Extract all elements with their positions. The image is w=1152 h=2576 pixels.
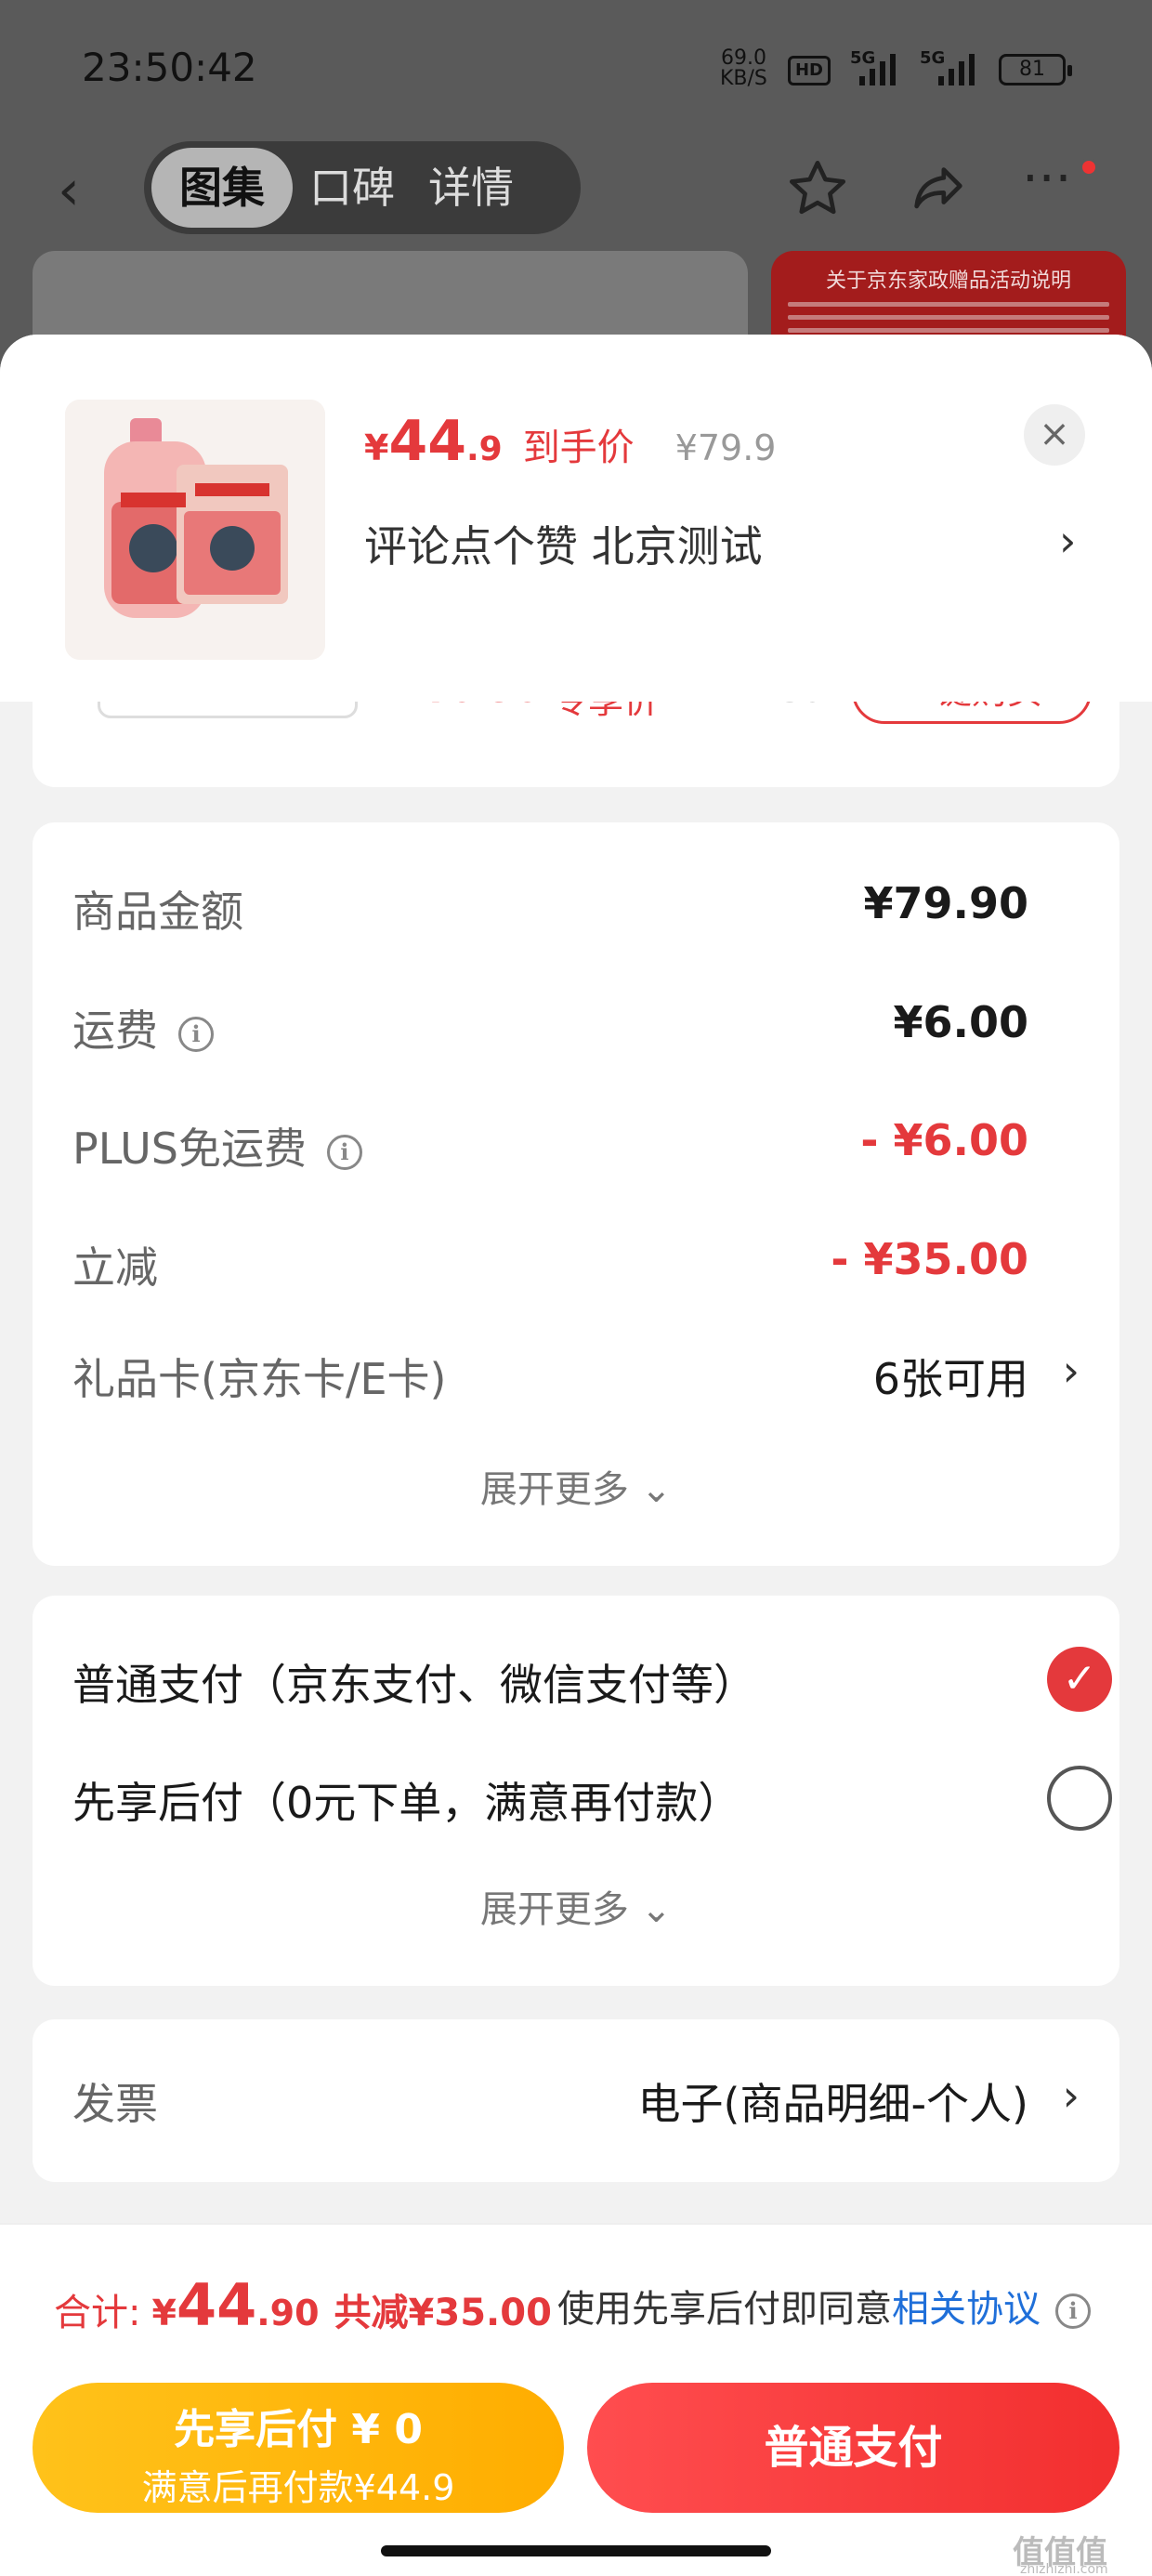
original-price: ¥79.9 <box>674 427 777 468</box>
price-integer: 44 <box>388 409 466 474</box>
summary-row-gift-card[interactable]: 礼品卡(京东卡/E卡) 6张可用 › <box>72 1346 1080 1411</box>
agreement-link[interactable]: 相关协议 <box>892 2288 1041 2331</box>
addon-buy-button[interactable]: 一键购买 <box>852 702 1092 724</box>
share-icon[interactable] <box>906 156 971 234</box>
addon-row: ¥6.90 专享价 ¥12.30 一键购买 <box>33 702 1119 743</box>
back-arrow-icon[interactable]: ‹ <box>58 158 80 223</box>
agreement-text: 使用先享后付即同意相关协议 i <box>557 2279 1091 2333</box>
tab-details[interactable]: 详情 <box>412 148 530 228</box>
radio-unchecked-icon[interactable] <box>1047 1766 1112 1831</box>
tab-reviews[interactable]: 口碑 <box>293 148 412 228</box>
expand-more-button[interactable]: 展开更多 ⌄ <box>33 1879 1119 1933</box>
favorite-star-icon[interactable] <box>785 156 850 234</box>
notification-dot <box>1080 158 1098 177</box>
summary-label: 礼品卡(京东卡/E卡) <box>72 1354 447 1404</box>
chevron-right-icon: › <box>1062 2070 1080 2121</box>
chevron-right-icon: › <box>1062 1346 1080 1396</box>
summary-row-shipping: 运费 i ¥6.00 <box>72 997 1080 1062</box>
summary-value: ¥6.00 <box>893 997 1028 1047</box>
pay-later-button[interactable]: 先享后付 ¥ 0 满意后再付款¥44.9 <box>33 2383 564 2513</box>
summary-label: 立减 <box>72 1242 158 1293</box>
addon-price: ¥6.90 <box>423 702 541 711</box>
summary-value: 6张可用 <box>872 1354 1028 1404</box>
product-thumbnail <box>65 400 325 660</box>
addon-original-price: ¥12.30 <box>706 702 823 710</box>
total-saved: 共减¥35.00 <box>334 2292 552 2334</box>
top-nav: ‹ 图集 口碑 详情 ··· <box>0 130 1152 242</box>
pay-later-title: 先享后付 ¥ 0 <box>174 2406 423 2453</box>
invoice-value: 电子(商品明细-个人) <box>637 2079 1029 2129</box>
summary-value: ¥79.90 <box>863 878 1028 928</box>
net-speed: 69.0 KB/S <box>720 48 767 89</box>
signal-bars-1-icon <box>859 54 896 85</box>
home-indicator[interactable] <box>381 2545 771 2556</box>
checkout-footer: 合计: ¥ 44 .90 共减¥35.00 使用先享后付即同意相关协议 i 先享后… <box>0 2223 1152 2576</box>
tab-bar: 图集 口碑 详情 <box>144 141 581 234</box>
addon-thumbnail <box>98 702 358 718</box>
total-decimal: .90 <box>256 2293 320 2333</box>
normal-pay-button[interactable]: 普通支付 <box>587 2383 1119 2513</box>
price-summary-card: 商品金额 ¥79.90 运费 i ¥6.00 PLUS免运费 i - ¥6.00 立… <box>33 822 1119 1566</box>
summary-label: 运费 i <box>72 997 214 1058</box>
net-speed-value: 69.0 <box>720 46 766 70</box>
summary-row-goods: 商品金额 ¥79.90 <box>72 878 1080 943</box>
summary-label: PLUS免运费 i <box>72 1115 362 1176</box>
summary-value: - ¥35.00 <box>831 1234 1028 1284</box>
close-button[interactable]: × <box>1024 404 1085 466</box>
status-bar: 23:50:42 69.0 KB/S HD 5G 5G 81 <box>0 0 1152 139</box>
checkmark-icon[interactable]: ✓ <box>1047 1647 1112 1712</box>
more-dots-icon[interactable]: ··· <box>1022 149 1071 209</box>
total-symbol: ¥ <box>151 2293 177 2333</box>
product-price: ¥ 44 .9 到手价 ¥79.9 <box>364 409 776 474</box>
addon-card: ¥6.90 专享价 ¥12.30 一键购买 <box>33 702 1119 787</box>
info-icon[interactable]: i <box>326 1134 362 1170</box>
battery-icon: 81 <box>999 54 1072 85</box>
info-icon[interactable]: i <box>1055 2293 1091 2329</box>
payment-option-normal[interactable]: 普通支付（京东支付、微信支付等） <box>72 1651 756 1713</box>
price-decimal: .9 <box>465 430 503 468</box>
shipping-label: 运费 <box>72 1005 158 1056</box>
total-integer: 44 <box>176 2271 257 2339</box>
net-speed-unit: KB/S <box>720 67 767 90</box>
addon-tag: 专享价 <box>553 702 659 723</box>
total-label: 合计: <box>54 2292 141 2334</box>
agreement-prefix: 使用先享后付即同意 <box>557 2288 892 2331</box>
invoice-label: 发票 <box>72 2079 158 2129</box>
promo-notice-text <box>788 302 1109 333</box>
summary-row-plus-shipping: PLUS免运费 i - ¥6.00 <box>72 1115 1080 1180</box>
hd-icon: HD <box>788 56 831 85</box>
price-tag: 到手价 <box>522 427 635 469</box>
summary-value: - ¥6.00 <box>860 1115 1028 1165</box>
chevron-right-icon[interactable]: › <box>1059 516 1076 566</box>
signal-bars-2-icon <box>938 54 975 85</box>
payment-option-pay-later[interactable]: 先享后付（0元下单，满意再付款） <box>72 1769 740 1831</box>
expand-more-button[interactable]: 展开更多 ⌄ <box>33 1459 1119 1513</box>
info-icon[interactable]: i <box>178 1016 214 1052</box>
summary-row-discount: 立减 - ¥35.00 <box>72 1234 1080 1299</box>
status-time: 23:50:42 <box>82 45 257 90</box>
payment-method-card: 普通支付（京东支付、微信支付等） ✓ 先享后付（0元下单，满意再付款） 展开更多… <box>33 1596 1119 1986</box>
total-price: 合计: ¥ 44 .90 共减¥35.00 <box>54 2271 552 2339</box>
promo-notice-title: 关于京东家政赠品活动说明 <box>825 269 1071 293</box>
product-spec[interactable]: 评论点个赞 北京测试 <box>364 513 763 574</box>
invoice-row[interactable]: 发票 电子(商品明细-个人) › <box>72 2070 1080 2136</box>
invoice-card[interactable]: 发票 电子(商品明细-个人) › <box>33 2019 1119 2182</box>
pay-later-subtitle: 满意后再付款¥44.9 <box>141 2467 455 2508</box>
plus-shipping-label: PLUS免运费 <box>72 1124 307 1174</box>
summary-label: 商品金额 <box>72 887 243 937</box>
tab-gallery[interactable]: 图集 <box>151 148 293 228</box>
watermark-url: zhizhizhi.com <box>1020 2562 1108 2576</box>
price-symbol: ¥ <box>364 427 389 468</box>
